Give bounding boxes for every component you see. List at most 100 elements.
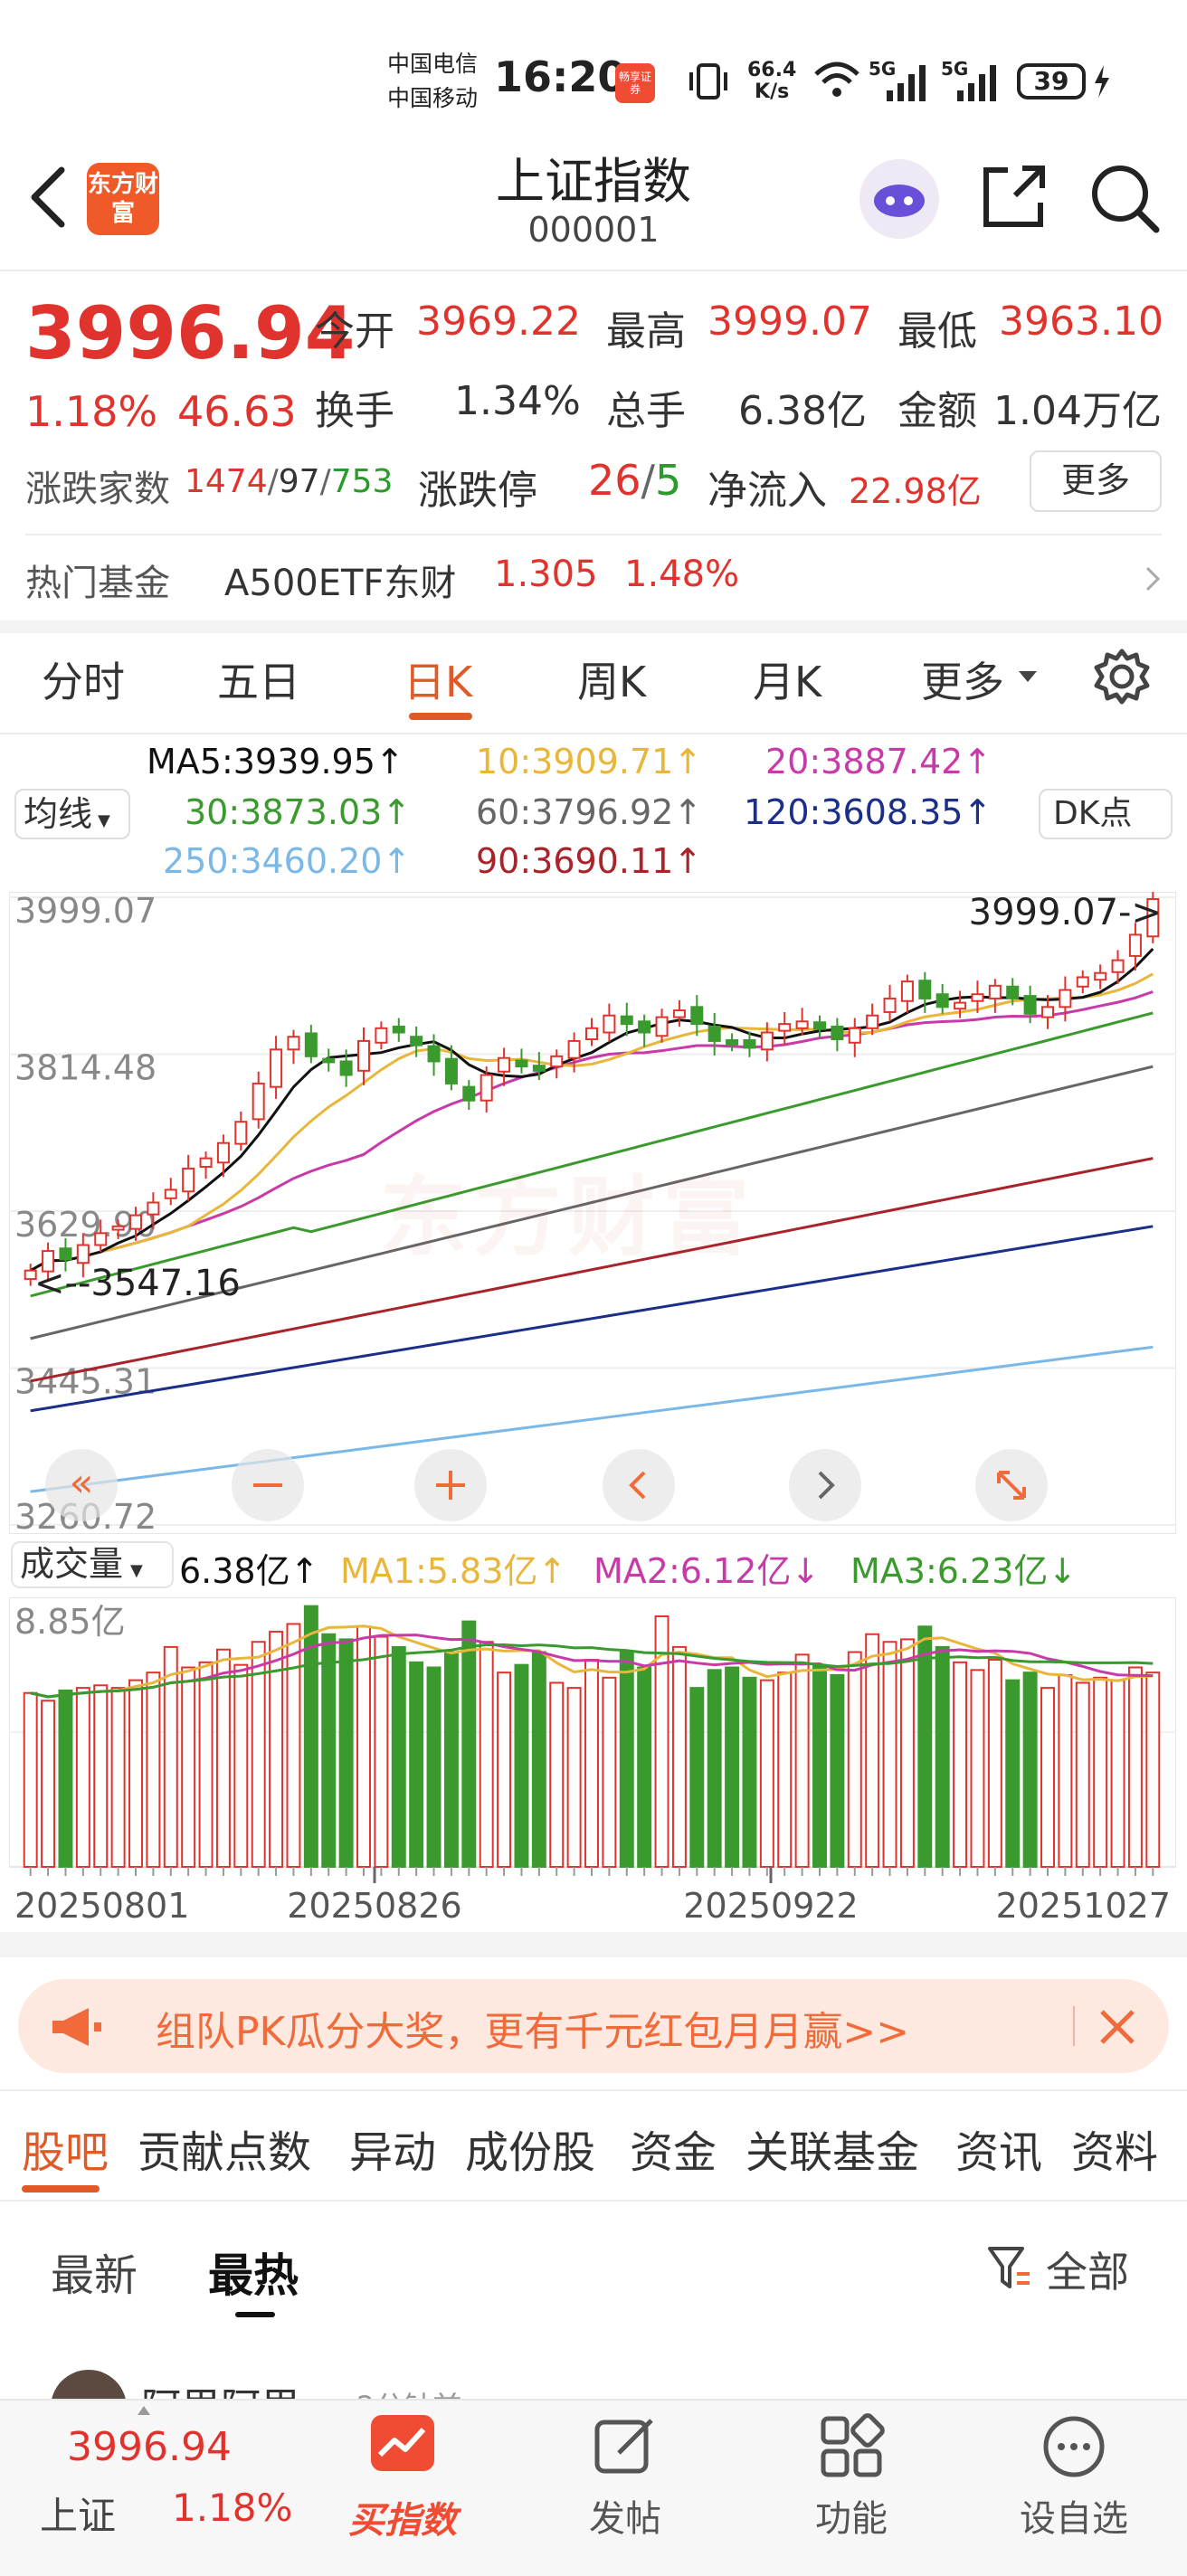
volume-bar	[812, 1663, 827, 1868]
hot-fund-row[interactable]: 热门基金 A500ETF东财 1.305 1.48%	[0, 543, 1187, 615]
volume-bar	[497, 1672, 512, 1869]
carrier-1: 中国电信	[387, 51, 479, 77]
turnover-label: 换手	[315, 388, 394, 434]
bottom-price: 3996.94	[67, 2424, 232, 2470]
carrier-info: 中国电信 中国移动	[387, 47, 478, 116]
volume-bar	[23, 1691, 38, 1869]
tab-more[interactable]: 更多	[921, 649, 1004, 709]
caret-down-icon: ▼	[98, 811, 110, 830]
subtab-related-funds[interactable]: 关联基金	[745, 2117, 919, 2180]
candle	[339, 1060, 353, 1076]
subtab-contribution[interactable]: 贡献点数	[138, 2117, 311, 2180]
candle	[234, 1121, 248, 1145]
function-button[interactable]: 功能	[783, 2413, 919, 2542]
candle	[532, 1065, 546, 1072]
vol-ma2: MA2:6.12亿↓	[594, 1551, 821, 1591]
subtab-guba[interactable]: 股吧	[22, 2117, 109, 2180]
app-badge-icon: 畅享证券	[615, 63, 655, 103]
candle	[480, 1074, 493, 1102]
caret-down-icon	[1019, 671, 1037, 682]
volume-bar	[1005, 1679, 1021, 1868]
share-icon[interactable]	[979, 163, 1048, 232]
add-watchlist-button[interactable]: 设自选	[1006, 2413, 1142, 2542]
chevron-right-icon[interactable]	[789, 1449, 861, 1521]
edit-icon	[594, 2419, 653, 2474]
zoom-out-far-icon[interactable]: «	[45, 1449, 118, 1521]
volume-bar	[1075, 1681, 1090, 1869]
bottom-bar: 3996.94 上证 1.18% 买指数 发帖 功能 设自选	[0, 2399, 1187, 2576]
x-tick-label: 20250922	[683, 1886, 858, 1926]
volume-chart[interactable]: 8.85亿 20250801 20250826 20250922 20251027	[9, 1597, 1176, 1932]
volume-bar	[215, 1648, 231, 1869]
ma10-value: 10:3909.71↑	[476, 742, 703, 781]
high-value: 3999.07	[707, 298, 872, 345]
candle	[1023, 995, 1037, 1015]
candle	[462, 1085, 476, 1102]
candle	[375, 1027, 388, 1044]
candle	[795, 1020, 809, 1029]
ma30-value: 30:3873.03↑	[185, 792, 412, 832]
plus-icon[interactable]	[414, 1449, 487, 1521]
signal-1-icon	[887, 65, 926, 101]
volume-bar	[707, 1669, 722, 1868]
subtab-funds-flow[interactable]: 资金	[630, 2117, 717, 2180]
candle	[356, 1039, 371, 1072]
chevron-left-icon[interactable]	[603, 1449, 675, 1521]
volume-selector[interactable]: 成交量 ▼	[11, 1541, 174, 1588]
tab-fenshi[interactable]: 分时	[42, 649, 125, 709]
tab-wuri[interactable]: 五日	[217, 649, 300, 709]
candle	[726, 1038, 739, 1046]
settings-gear-icon[interactable]	[1093, 648, 1151, 706]
volume-bar	[917, 1625, 933, 1869]
volume-bar	[1022, 1672, 1038, 1869]
ma-selector[interactable]: 均线 ▼	[14, 789, 130, 839]
max-annotation: 3999.07->	[969, 892, 1162, 933]
feed-tab-latest[interactable]: 最新	[51, 2240, 138, 2303]
caret-down-icon: ▼	[130, 1561, 143, 1580]
volume-max-label: 8.85亿	[14, 1602, 126, 1642]
ma120-value: 120:3608.35↑	[744, 792, 992, 832]
amount-label: 金额	[897, 388, 977, 434]
feed-filter-all[interactable]: 全部	[1046, 2240, 1129, 2299]
caret-up-icon	[138, 2406, 150, 2415]
fullscreen-icon[interactable]	[975, 1449, 1048, 1521]
filter-icon[interactable]	[986, 2243, 1033, 2292]
hot-fund-name: A500ETF东财	[224, 563, 457, 604]
volume-bar	[391, 1645, 406, 1869]
subtab-constituents[interactable]: 成份股	[465, 2117, 595, 2180]
subtab-news[interactable]: 资讯	[955, 2117, 1042, 2180]
subtab-anomaly[interactable]: 异动	[349, 2117, 436, 2180]
ma60-value: 60:3796.92↑	[476, 792, 703, 832]
assistant-avatar-icon[interactable]	[859, 159, 939, 239]
subtab-profile[interactable]: 资料	[1071, 2117, 1158, 2180]
volume-bar	[899, 1638, 915, 1869]
candle	[707, 1025, 721, 1042]
y-tick-label: 3445.31	[14, 1361, 157, 1401]
candle	[94, 1232, 108, 1246]
close-icon[interactable]	[1097, 2006, 1138, 2048]
candle	[760, 1031, 774, 1051]
volume-bar	[759, 1679, 774, 1868]
volume-bar	[269, 1630, 284, 1869]
search-icon[interactable]	[1089, 163, 1162, 235]
candle	[900, 980, 914, 1002]
promo-banner[interactable]: 组队PK瓜分大奖，更有千元红包月月赢>>	[18, 1979, 1169, 2073]
tab-monthly-k[interactable]: 月K	[753, 649, 821, 709]
candle	[971, 993, 984, 1002]
tab-weekly-k[interactable]: 周K	[577, 649, 646, 709]
buy-index-button[interactable]: 买指数	[335, 2413, 470, 2543]
minus-icon[interactable]	[232, 1449, 304, 1521]
more-quote-button[interactable]: 更多	[1030, 450, 1162, 512]
volume-bar	[286, 1623, 301, 1868]
feed-tab-hottest[interactable]: 最热	[208, 2240, 299, 2305]
dk-point-button[interactable]: DK点	[1039, 789, 1173, 839]
limit-counts: 26/5	[588, 456, 682, 505]
candle	[883, 997, 897, 1013]
post-button[interactable]: 发帖	[557, 2413, 693, 2542]
turnover-value: 1.34%	[454, 378, 581, 424]
candle	[128, 1214, 143, 1230]
volume-bar	[566, 1687, 582, 1868]
netflow-label: 净流入	[707, 468, 827, 514]
trend-up-icon	[371, 2415, 434, 2471]
tab-daily-k[interactable]: 日K	[404, 649, 472, 709]
